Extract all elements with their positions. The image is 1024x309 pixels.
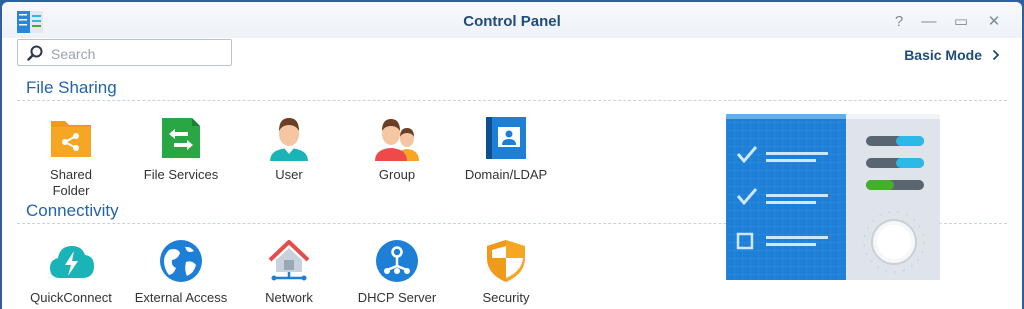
file-services-icon [162,118,200,158]
group-item[interactable]: Group [342,115,452,183]
minimize-icon: — [921,12,937,30]
section-divider [17,100,1007,101]
file-services-item[interactable]: File Services [126,115,236,183]
user-icon [270,118,308,161]
network-icon [268,240,310,281]
basic-mode-link[interactable]: Basic Mode [904,47,1000,63]
dhcp-server-label: DHCP Server [357,290,437,305]
shared-folder-label-line1: Shared [50,167,92,182]
window-title: Control Panel [463,13,561,30]
user-item[interactable]: User [234,115,344,183]
external-access-label: External Access [134,290,228,305]
control-panel-illustration [726,114,940,280]
help-icon: ? [894,12,904,30]
chevron-right-icon [992,49,1000,61]
quickconnect-item[interactable]: QuickConnect [16,238,126,306]
domain-ldap-icon [486,117,526,159]
dhcp-server-icon [376,240,418,282]
security-label: Security [482,290,530,305]
section-title-file-sharing: File Sharing [26,78,117,97]
user-label: User [275,167,303,182]
maximize-button[interactable]: ▭ [952,12,970,30]
close-button[interactable]: ✕ [985,12,1003,30]
maximize-icon: ▭ [953,13,969,30]
minimize-button[interactable]: — [920,12,938,30]
security-item[interactable]: Security [451,238,561,306]
control-panel-window: Control Panel ? — ▭ ✕ Basic Mode File Sh… [2,2,1022,309]
external-access-icon [160,240,202,282]
section-title-connectivity: Connectivity [26,201,119,220]
dhcp-server-item[interactable]: DHCP Server [342,238,452,306]
file-services-label: File Services [143,167,219,182]
search-icon [27,45,43,61]
shared-folder-label: Shared Folder [16,167,126,199]
quickconnect-label: QuickConnect [30,290,112,305]
shared-folder-item[interactable]: Shared Folder [16,115,126,199]
domain-ldap-label: Domain/LDAP [464,167,548,182]
search-input[interactable] [49,44,228,64]
shared-folder-icon [51,121,91,157]
quickconnect-icon [50,246,94,278]
external-access-item[interactable]: External Access [126,238,236,306]
close-icon: ✕ [987,13,1001,30]
security-icon [487,240,525,282]
search-box[interactable] [17,39,232,66]
domain-ldap-item[interactable]: Domain/LDAP [451,115,561,183]
group-label: Group [378,167,416,182]
shared-folder-label-line2: Folder [52,183,90,198]
title-bar: Control Panel ? — ▭ ✕ [2,2,1022,38]
network-label: Network [265,290,313,305]
network-item[interactable]: Network [234,238,344,306]
help-button[interactable]: ? [890,12,908,30]
group-icon [375,119,419,161]
basic-mode-label: Basic Mode [904,47,982,63]
